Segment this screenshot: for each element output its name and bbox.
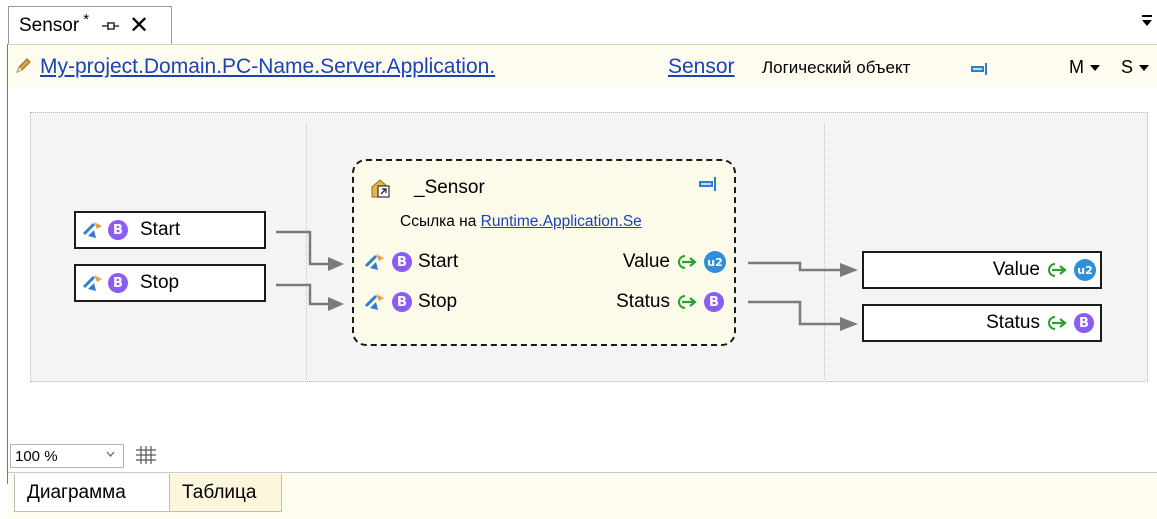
chevron-down-icon [106, 451, 115, 457]
block-output-label: Value [622, 251, 670, 272]
block-output-status[interactable]: Status B [616, 291, 724, 313]
input-port-stop[interactable]: B Stop [74, 264, 266, 302]
block-output-value[interactable]: Value u2 [623, 251, 726, 273]
bool-type-badge: B [392, 292, 412, 312]
u2-type-badge: u2 [1074, 259, 1096, 281]
block-input-stop[interactable]: B Stop [364, 291, 457, 313]
tab-diagram[interactable]: Диаграмма [14, 474, 170, 512]
block-reference: Ссылка на Runtime.Application.Se [400, 213, 642, 231]
output-port-value[interactable]: Value u2 [862, 251, 1102, 289]
output-port-status[interactable]: Status B [862, 304, 1102, 342]
input-port-start[interactable]: B Start [74, 211, 266, 249]
signal-input-icon [82, 275, 102, 291]
block-input-start[interactable]: B Start [364, 251, 458, 273]
output-arrow-icon [1048, 263, 1067, 277]
signal-input-icon [82, 222, 102, 238]
u2-type-badge: u2 [704, 251, 726, 273]
block-reference-link[interactable]: Runtime.Application.Se [481, 213, 642, 230]
input-port-label: Stop [140, 272, 180, 293]
tab-table-label: Таблица [182, 481, 257, 503]
block-reference-clip: Ссылка на Runtime.Application.Se [354, 161, 734, 241]
block-output-label: Status [616, 291, 670, 312]
sensor-block[interactable]: _Sensor Ссылка на Runtime.Application.Se… [352, 159, 736, 346]
input-port-label: Start [140, 219, 181, 240]
output-arrow-icon [678, 255, 697, 269]
signal-input-icon [364, 254, 384, 270]
tab-diagram-label: Диаграмма [27, 481, 126, 503]
block-input-label: Start [418, 251, 459, 272]
signal-input-icon [364, 294, 384, 310]
bool-type-badge: B [704, 292, 724, 312]
bool-type-badge: B [392, 252, 412, 272]
grid-icon[interactable] [135, 445, 157, 465]
output-port-label: Value [992, 259, 1040, 280]
block-input-label: Stop [418, 291, 458, 312]
tab-table[interactable]: Таблица [170, 474, 282, 512]
bool-type-badge: B [108, 220, 128, 240]
block-reference-prefix: Ссылка на [400, 213, 477, 230]
bool-type-badge: B [1074, 313, 1094, 333]
zoom-select[interactable]: 100 % [10, 444, 124, 468]
output-arrow-icon [678, 295, 697, 309]
bool-type-badge: B [108, 273, 128, 293]
zoom-value: 100 % [15, 447, 58, 465]
output-port-label: Status [986, 312, 1040, 333]
output-arrow-icon [1048, 316, 1067, 330]
